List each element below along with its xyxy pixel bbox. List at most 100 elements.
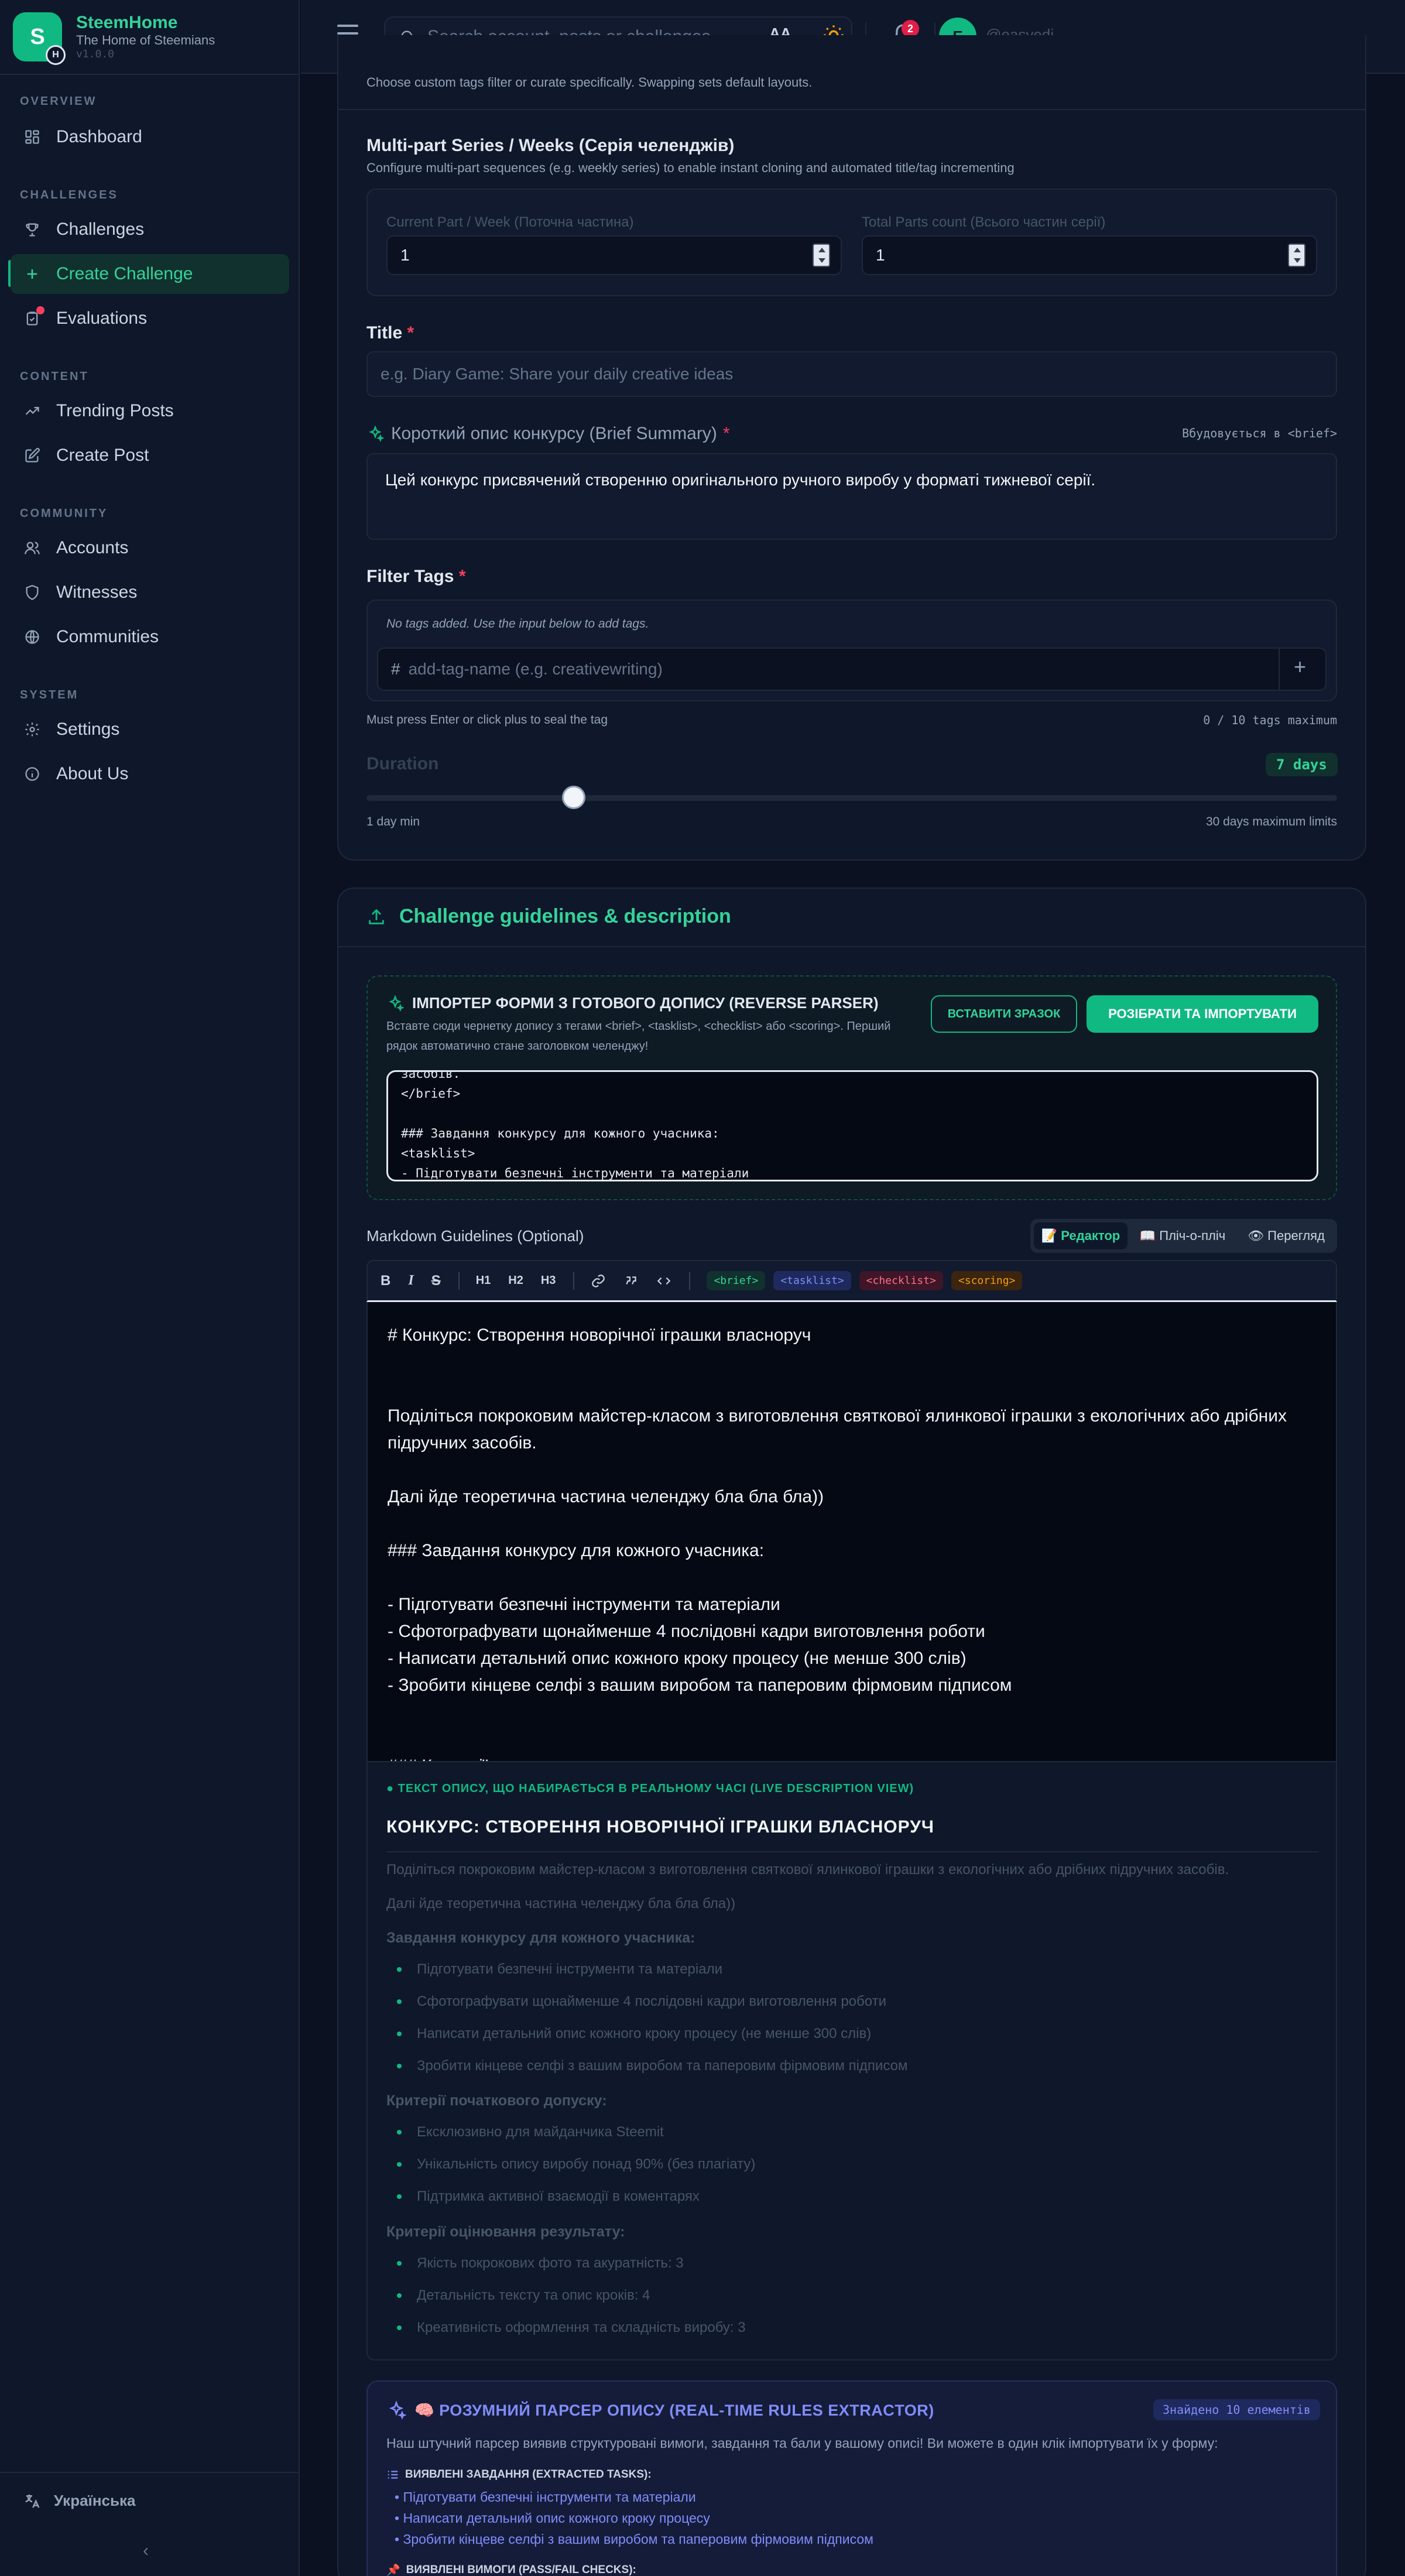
insert-brief-tag[interactable]: <brief> xyxy=(707,1271,766,1290)
sidebar-item-label: Trending Posts xyxy=(56,401,174,420)
guidelines-heading: Challenge guidelines & description xyxy=(366,905,731,928)
editor-line: - Підготувати безпечні інструменти та ма… xyxy=(388,1595,780,1614)
total-parts-stepper[interactable] xyxy=(1288,244,1305,267)
sidebar-item-witnesses[interactable]: Witnesses xyxy=(11,573,289,612)
bold-button[interactable]: B xyxy=(381,1273,390,1289)
sidebar-item-about-us[interactable]: About Us xyxy=(11,754,289,794)
language-label: Українська xyxy=(54,2492,136,2509)
h2-button[interactable]: H2 xyxy=(508,1274,523,1287)
parser-desc: Наш штучний парсер виявив структуровані … xyxy=(386,2435,1218,2451)
duration-label: Duration xyxy=(366,754,439,773)
collapse-sidebar-button[interactable]: ‹ xyxy=(143,2541,149,2561)
preview-task-item: Підготувати безпечні інструменти та мате… xyxy=(397,1961,722,1978)
sidebar-item-label: Settings xyxy=(56,720,120,739)
insert-sample-button[interactable]: ВСТАВИТИ ЗРАЗОК xyxy=(931,995,1077,1033)
tag-placeholder: add-tag-name (e.g. creativewriting) xyxy=(408,660,663,678)
nav-section-community: COMMUNITY xyxy=(20,507,108,520)
sidebar-item-trending-posts[interactable]: Trending Posts xyxy=(11,391,289,431)
sidebar-item-communities[interactable]: Communities xyxy=(11,617,289,657)
sidebar-divider xyxy=(0,74,300,75)
tab-side-by-side[interactable]: 📖 Пліч-о-пліч xyxy=(1131,1222,1234,1249)
h1-button[interactable]: H1 xyxy=(476,1274,491,1287)
editor-line: - Зробити кінцеве селфі з вашим виробом … xyxy=(388,1676,1012,1695)
brief-value: Цей конкурс присвячений створенню оригін… xyxy=(385,471,1096,489)
sidebar-item-create-post[interactable]: Create Post xyxy=(11,436,289,475)
editor-line xyxy=(388,1510,1318,1537)
brand-version: v1.0.0 xyxy=(76,48,115,60)
editor-line: ### Критерії xyxy=(388,1753,1318,1761)
total-parts-input[interactable]: 1 xyxy=(862,235,1317,275)
sidebar: S H SteemHome The Home of Steemians v1.0… xyxy=(0,0,300,2576)
no-tags-message: No tags added. Use the input below to ad… xyxy=(386,617,649,631)
grid-icon xyxy=(23,128,41,146)
preview-criteria-item: Підтримка активної взаємодії в коментаря… xyxy=(397,2188,700,2205)
parse-import-button[interactable]: РОЗІБРАТИ ТА ІМПОРТУВАТИ xyxy=(1087,995,1318,1033)
brand[interactable]: S H SteemHome The Home of Steemians v1.0… xyxy=(13,12,215,65)
editor-line: # Конкурс: Створення новорічної іграшки … xyxy=(388,1325,811,1345)
importer-title: ІМПОРТЕР ФОРМИ З ГОТОВОГО ДОПИСУ (REVERS… xyxy=(386,994,879,1012)
trophy-icon xyxy=(23,221,41,238)
link-icon[interactable] xyxy=(591,1273,606,1289)
insert-checklist-tag[interactable]: <checklist> xyxy=(859,1271,943,1290)
sidebar-item-settings[interactable]: Settings xyxy=(11,710,289,749)
sidebar-item-accounts[interactable]: Accounts xyxy=(11,528,289,568)
insert-tasklist-tag[interactable]: <tasklist> xyxy=(773,1271,851,1290)
current-part-input[interactable]: 1 xyxy=(386,235,842,275)
code-icon[interactable] xyxy=(656,1273,671,1289)
editor-line xyxy=(388,1457,1318,1484)
preview-criteria-heading: Критерії початкового допуску: xyxy=(386,2092,607,2109)
add-tag-button[interactable]: + xyxy=(1294,655,1306,679)
quote-icon[interactable] xyxy=(623,1273,639,1289)
tab-editor[interactable]: 📝 Редактор xyxy=(1034,1222,1128,1249)
duration-slider-track[interactable] xyxy=(366,795,1337,801)
preview-criteria-item: Ексклюзивно для майданчика Steemit xyxy=(397,2124,664,2140)
nav-section-challenges: CHALLENGES xyxy=(20,189,118,201)
editor-line: ### Завдання конкурсу для кожного учасни… xyxy=(388,1541,765,1560)
importer-text: засобів. </brief> ### Завдання конкурсу … xyxy=(401,1070,749,1180)
sidebar-item-evaluations[interactable]: Evaluations xyxy=(11,299,289,338)
notification-dot xyxy=(36,306,44,314)
extracted-tasks-label: ВИЯВЛЕНІ ЗАВДАННЯ (EXTRACTED TASKS): xyxy=(386,2468,652,2481)
extracted-checks-label: 📌 ВИЯВЛЕНІ ВИМОГИ (PASS/FAIL CHECKS): xyxy=(386,2564,636,2576)
tab-preview[interactable]: 👁 Перегляд xyxy=(1239,1222,1334,1249)
extracted-task-item[interactable]: • Підготувати безпечні інструменти та ма… xyxy=(395,2489,696,2505)
markdown-toolbar: B I S H1 H2 H3 <brief> <tasklist> <check… xyxy=(366,1260,1337,1302)
tag-hint: Must press Enter or click plus to seal t… xyxy=(366,713,608,727)
markdown-editor-text: # Конкурс: Створення новорічної іграшки … xyxy=(388,1322,1318,1761)
language-switcher[interactable]: Українська xyxy=(23,2492,135,2510)
parser-title: 🧠 РОЗУМНИЙ ПАРСЕР ОПИСУ (REAL-TIME RULES… xyxy=(386,2400,934,2420)
preview-task-item: Зробити кінцеве селфі з вашим виробом та… xyxy=(397,2058,907,2074)
brief-textarea[interactable]: Цей конкурс присвячений створенню оригін… xyxy=(366,453,1337,540)
h3-button[interactable]: H3 xyxy=(541,1274,556,1287)
extracted-task-item[interactable]: • Написати детальний опис кожного кроку … xyxy=(395,2510,710,2526)
markdown-editor[interactable]: # Конкурс: Створення новорічної іграшки … xyxy=(366,1302,1337,1761)
duration-slider-thumb[interactable] xyxy=(562,786,585,809)
trending-icon xyxy=(23,402,41,420)
live-preview-header: ● ТЕКСТ ОПИСУ, ЩО НАБИРАЄТЬСЯ В РЕАЛЬНОМ… xyxy=(386,1782,914,1795)
strikethrough-button[interactable]: S xyxy=(431,1273,441,1289)
sparkles-icon xyxy=(386,994,404,1012)
preview-scoring-item: Детальність тексту та опис кроків: 4 xyxy=(397,2287,650,2304)
tags-hint: Choose custom tags filter or curate spec… xyxy=(366,75,813,90)
current-part-stepper[interactable] xyxy=(813,244,830,267)
globe-icon xyxy=(23,628,41,646)
sidebar-item-create-challenge[interactable]: Create Challenge xyxy=(11,254,289,294)
brand-logo: S H xyxy=(13,12,66,65)
current-part-value: 1 xyxy=(400,246,410,264)
extracted-task-item[interactable]: • Зробити кінцеве селфі з вашим виробом … xyxy=(395,2532,873,2547)
title-input[interactable]: e.g. Diary Game: Share your daily creati… xyxy=(366,351,1337,397)
nav-section-content: CONTENT xyxy=(20,370,89,383)
tag-input[interactable]: # add-tag-name (e.g. creativewriting) xyxy=(377,648,1327,691)
sidebar-item-challenges[interactable]: Challenges xyxy=(11,210,289,249)
filter-tags-label: Filter Tags * xyxy=(366,567,466,586)
brand-title: SteemHome xyxy=(76,13,178,32)
sidebar-item-dashboard[interactable]: Dashboard xyxy=(11,117,289,157)
brand-text: SteemHome The Home of Steemians v1.0.0 xyxy=(76,13,215,61)
insert-scoring-tag[interactable]: <scoring> xyxy=(951,1271,1023,1290)
shield-icon xyxy=(23,584,41,601)
importer-textarea[interactable]: засобів. </brief> ### Завдання конкурсу … xyxy=(386,1070,1318,1181)
parser-found-badge: Знайдено 10 елементів xyxy=(1153,2399,1320,2420)
divider xyxy=(338,109,1365,110)
editor-line: Поділіться покроковим майстер-класом з в… xyxy=(388,1406,1287,1453)
italic-button[interactable]: I xyxy=(408,1273,413,1289)
